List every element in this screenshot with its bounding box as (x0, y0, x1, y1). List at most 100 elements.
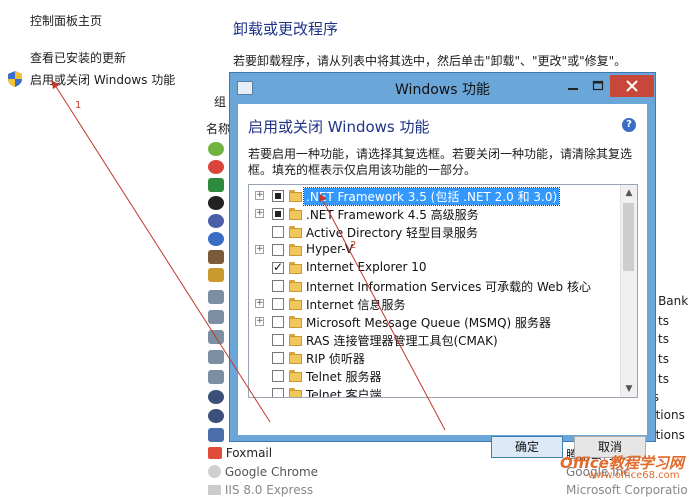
feature-checkbox[interactable] (272, 226, 284, 238)
feature-checkbox[interactable] (272, 190, 284, 202)
expand-plus-icon[interactable]: + (255, 317, 264, 326)
program-row[interactable]: Foxmail (208, 446, 272, 460)
feature-row[interactable]: + .NET Framework 3.5 (包括 .NET 2.0 和 3.0) (249, 187, 621, 206)
nav-link-installed-updates[interactable]: 查看已安装的更新 (30, 49, 126, 66)
folder-icon (289, 352, 302, 364)
folder-icon (289, 370, 302, 382)
feature-row[interactable]: Internet Explorer 10 (249, 259, 621, 277)
program-name: IIS 8.0 Express (224, 483, 314, 497)
help-icon[interactable]: ? (622, 118, 636, 132)
dialog-heading: 启用或关闭 Windows 功能 (248, 118, 430, 136)
minimize-button[interactable] (561, 75, 585, 97)
program-icon (208, 409, 224, 423)
feature-row[interactable]: + Microsoft Message Queue (MSMQ) 服务器 (249, 313, 621, 331)
windows-features-dialog: Windows 功能 启用或关闭 Windows 功能 ? 若要启用一种功能，请… (229, 72, 656, 458)
folder-icon (289, 190, 302, 202)
publisher-cell: ts (658, 332, 669, 346)
feature-row[interactable]: RIP 侦听器 (249, 349, 621, 367)
dialog-description: 若要启用一种功能，请选择其复选框。若要关闭一种功能，请清除其复选框。填充的框表示… (248, 147, 633, 177)
tree-scrollbar[interactable]: ▲ ▼ (620, 185, 637, 397)
feature-row[interactable]: Telnet 服务器 (249, 367, 621, 385)
program-icon (208, 250, 224, 264)
feature-label: .NET Framework 3.5 (包括 .NET 2.0 和 3.0) (302, 187, 561, 206)
feature-tree: Telnet 客户端 Telnet 服务器 RIP 侦听器 RAS 连接管理器管理工具… (248, 184, 638, 398)
program-icon (208, 330, 224, 344)
program-name: Google Chrome (224, 465, 319, 479)
program-icon (208, 390, 224, 404)
feature-label: Telnet 客户端 (306, 388, 382, 398)
feature-checkbox[interactable] (272, 298, 284, 310)
nav-link-home[interactable]: 控制面板主页 (30, 12, 102, 29)
expand-plus-icon[interactable]: + (255, 191, 264, 200)
ok-button[interactable]: 确定 (491, 436, 563, 458)
scroll-down-arrow-icon[interactable]: ▼ (621, 381, 637, 397)
watermark-url: www.office68.com (588, 470, 680, 481)
program-icon (208, 268, 224, 282)
annotation-marker-1: 1 (75, 100, 82, 111)
program-icon (208, 214, 224, 228)
feature-label: RAS 连接管理器管理工具包(CMAK) (306, 334, 498, 348)
chrome-icon (208, 465, 221, 478)
foxmail-icon (208, 447, 222, 459)
folder-icon (289, 226, 302, 238)
feature-checkbox[interactable] (272, 244, 284, 256)
feature-row[interactable]: + Hyper-V (249, 241, 621, 259)
expand-plus-icon[interactable]: + (255, 299, 264, 308)
folder-icon (289, 244, 302, 256)
nav-link-windows-features[interactable]: 启用或关闭 Windows 功能 (30, 71, 175, 88)
program-row[interactable]: Google Chrome (208, 465, 318, 479)
publisher-cell: ts (658, 352, 669, 366)
feature-checkbox[interactable] (272, 352, 284, 364)
publisher-cell: ts (658, 314, 669, 328)
folder-icon (289, 388, 302, 397)
feature-label: RIP 侦听器 (306, 352, 365, 366)
feature-checkbox[interactable] (272, 334, 284, 346)
feature-checkbox[interactable] (272, 370, 284, 382)
close-button[interactable] (610, 75, 654, 97)
program-icon (208, 310, 224, 324)
uac-shield-icon (8, 71, 22, 87)
feature-row[interactable]: Telnet 客户端 (249, 385, 621, 398)
toolbar-fragment[interactable]: 组 (214, 93, 226, 110)
folder-icon (289, 262, 302, 274)
feature-checkbox[interactable] (272, 280, 284, 292)
scroll-thumb[interactable] (623, 203, 634, 271)
page-description: 若要卸载程序，请从列表中将其选中，然后单击"卸载"、"更改"或"修复"。 (233, 54, 627, 68)
expand-plus-icon[interactable]: + (255, 245, 264, 254)
publisher-cell: ts (658, 372, 669, 386)
scroll-up-arrow-icon[interactable]: ▲ (621, 185, 637, 201)
program-icon (208, 428, 224, 442)
dialog-titlebar[interactable]: Windows 功能 (230, 73, 655, 103)
dialog-client-area: 启用或关闭 Windows 功能 ? 若要启用一种功能，请选择其复选框。若要关闭… (238, 104, 647, 458)
feature-row[interactable]: RAS 连接管理器管理工具包(CMAK) (249, 331, 621, 349)
feature-checkbox[interactable] (272, 260, 284, 274)
publisher-cell: Microsoft Corporatio (566, 483, 688, 497)
program-icon (208, 370, 224, 384)
program-icon (208, 232, 224, 246)
iis-icon (208, 485, 221, 495)
folder-icon (289, 316, 302, 328)
left-nav-pane: 控制面板主页 查看已安装的更新 启用或关闭 Windows 功能 (0, 0, 200, 491)
folder-icon (289, 208, 302, 220)
feature-label: Internet Explorer 10 (306, 260, 427, 274)
column-header-name[interactable]: 名称 (206, 120, 230, 137)
expand-plus-icon[interactable]: + (255, 209, 264, 218)
maximize-button[interactable] (586, 75, 610, 97)
folder-icon (289, 280, 302, 292)
feature-checkbox[interactable] (272, 208, 284, 220)
feature-row[interactable]: + .NET Framework 4.5 高级服务 (249, 205, 621, 223)
feature-label: Active Directory 轻型目录服务 (306, 226, 479, 240)
feature-label: .NET Framework 4.5 高级服务 (306, 208, 479, 222)
program-icon (208, 290, 224, 304)
feature-row[interactable]: Active Directory 轻型目录服务 (249, 223, 621, 241)
program-icon (208, 160, 224, 174)
feature-label: Microsoft Message Queue (MSMQ) 服务器 (306, 316, 552, 330)
feature-checkbox[interactable] (272, 316, 284, 328)
folder-icon (289, 298, 302, 310)
feature-row[interactable]: + Internet 信息服务 (249, 295, 621, 313)
feature-row[interactable]: Internet Information Services 可承载的 Web 核… (249, 277, 621, 295)
folder-icon (289, 334, 302, 346)
feature-checkbox[interactable] (272, 388, 284, 397)
program-row[interactable]: IIS 8.0 Express (208, 483, 313, 497)
program-name: Foxmail (225, 446, 273, 460)
